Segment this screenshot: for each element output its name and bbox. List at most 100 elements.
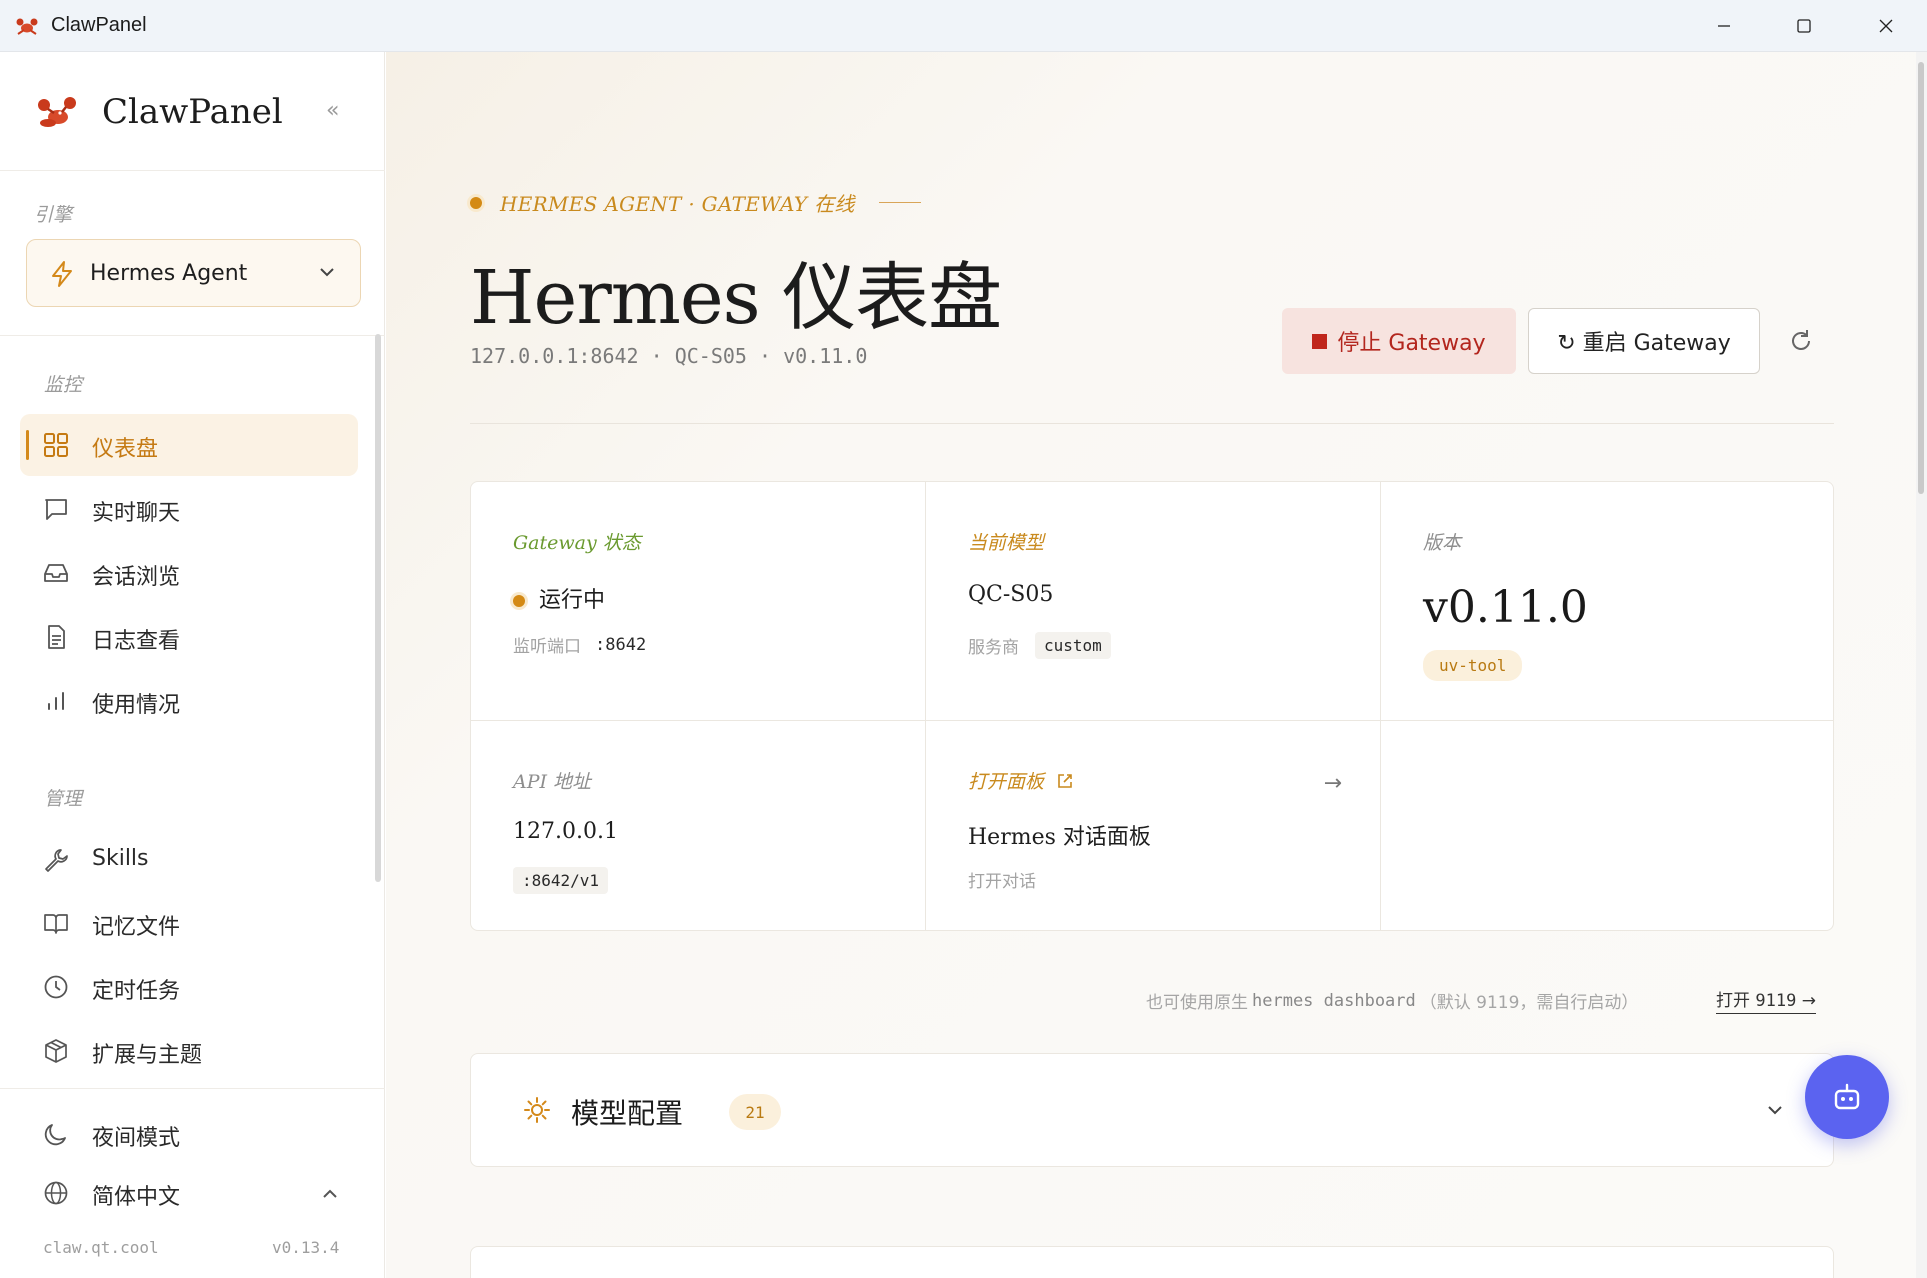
link-port: 9119 xyxy=(1755,991,1797,1011)
close-icon xyxy=(1879,19,1893,33)
hint-prefix: 也可使用原生 xyxy=(1146,993,1248,1013)
monitor-section-label: 监控 xyxy=(44,374,83,396)
current-model-label: 当前模型 xyxy=(968,532,1045,554)
sidebar-divider xyxy=(0,335,385,336)
current-model-value: QC-S05 xyxy=(968,582,1054,607)
sidebar-item-scheduled[interactable]: 定时任务 xyxy=(20,956,358,1018)
sidebar-scrollbar[interactable] xyxy=(375,334,381,882)
stop-icon xyxy=(1312,333,1328,349)
engine-section-label: 引擎 xyxy=(34,204,73,226)
next-section-card xyxy=(470,1246,1834,1278)
lobster-icon xyxy=(16,18,38,35)
moon-icon xyxy=(44,1124,66,1146)
link-arrow-icon: → xyxy=(1801,991,1817,1011)
engine-select[interactable]: Hermes Agent xyxy=(26,239,361,307)
stop-gateway-button[interactable]: 停止 Gateway xyxy=(1282,308,1516,374)
sidebar-item-skills[interactable]: Skills xyxy=(20,829,358,891)
globe-icon xyxy=(44,1181,68,1205)
open-native-dashboard-link[interactable]: 打开 9119 → xyxy=(1716,986,1817,1014)
chat-icon xyxy=(45,499,67,520)
window-title: ClawPanel xyxy=(51,14,147,36)
sidebar-item-label: 记忆文件 xyxy=(92,915,181,940)
status-dot xyxy=(470,196,482,209)
assistant-fab-button[interactable] xyxy=(1805,1055,1889,1139)
main-scroll-thumb[interactable] xyxy=(1918,62,1924,494)
sun-icon xyxy=(524,1097,550,1123)
model-config-title: 模型配置 xyxy=(571,1097,684,1130)
sidebar-item-logs[interactable]: 日志查看 xyxy=(20,606,358,668)
restart-gateway-button[interactable]: ↻ 重启 Gateway xyxy=(1528,308,1760,374)
engine-select-value: Hermes Agent xyxy=(90,261,248,286)
main-scrollbar[interactable] xyxy=(1916,52,1927,1278)
chevron-up-icon xyxy=(323,1189,337,1198)
dashboard-hint: 也可使用原生 hermes dashboard （默认 9119，需自行启动） xyxy=(1146,988,1639,1014)
running-text: 运行中 xyxy=(539,588,606,613)
app-version: v0.13.4 xyxy=(272,1238,340,1257)
night-mode-label: 夜间模式 xyxy=(92,1126,181,1151)
api-address-label: API 地址 xyxy=(513,771,592,793)
sidebar-item-label: Skills xyxy=(92,846,149,871)
language-label: 简体中文 xyxy=(92,1185,181,1210)
listen-port-label: 监听端口 xyxy=(513,637,581,657)
api-path-chip: :8642/v1 xyxy=(513,867,609,894)
sidebar-item-label: 扩展与主题 xyxy=(92,1043,203,1068)
model-count-badge: 21 xyxy=(729,1094,781,1130)
clock-icon xyxy=(44,975,68,999)
close-button[interactable] xyxy=(1846,0,1926,52)
listen-port-value: :8642 xyxy=(595,634,647,655)
sidebar-item-memory[interactable]: 记忆文件 xyxy=(20,892,358,954)
sidebar-item-label: 实时聊天 xyxy=(92,501,181,526)
restart-gateway-label: ↻ 重启 Gateway xyxy=(1557,331,1731,356)
open-panel-label: 打开面板 xyxy=(968,767,1074,794)
provider: 服务商 custom xyxy=(968,632,1111,659)
sidebar-item-extensions[interactable]: 扩展与主题 xyxy=(20,1020,358,1082)
api-address-cell: API 地址 127.0.0.1 :8642/v1 xyxy=(471,721,926,930)
language-select[interactable]: 简体中文 xyxy=(20,1162,358,1224)
open-panel-value: Hermes 对话面板 xyxy=(968,825,1151,850)
window-titlebar: ClawPanel xyxy=(0,0,1927,52)
sidebar-item-label: 仪表盘 xyxy=(92,437,159,462)
maximize-icon xyxy=(1797,19,1811,33)
refresh-icon[interactable] xyxy=(1786,326,1816,356)
site-link[interactable]: claw.qt.cool xyxy=(43,1238,159,1257)
collapse-sidebar-button[interactable]: « xyxy=(326,98,339,123)
sidebar-item-sessions[interactable]: 会话浏览 xyxy=(20,542,358,604)
page-subtitle: 127.0.0.1:8642 · QC-S05 · v0.11.0 xyxy=(470,344,868,368)
chevron-down-icon xyxy=(1768,1106,1782,1115)
package-icon xyxy=(45,1039,67,1063)
current-model-cell: 当前模型 QC-S05 服务商 custom xyxy=(926,482,1381,721)
hint-suffix: （默认 9119，需自行启动） xyxy=(1419,993,1639,1013)
status-grid: Gateway 状态 运行中 监听端口 :8642 当前模型 QC-S05 服务… xyxy=(470,481,1834,931)
provider-label: 服务商 xyxy=(968,638,1019,658)
version-cell: 版本 v0.11.0 uv-tool xyxy=(1381,482,1833,721)
brand-name: ClawPanel xyxy=(102,92,283,132)
model-config-section[interactable]: 模型配置 21 xyxy=(470,1053,1834,1167)
sidebar-item-label: 会话浏览 xyxy=(92,565,181,590)
open-panel-cell[interactable]: 打开面板 → Hermes 对话面板 打开对话 xyxy=(926,721,1381,930)
active-indicator xyxy=(26,430,29,460)
arrow-right-icon: → xyxy=(1323,771,1342,796)
status-text: HERMES AGENT · GATEWAY 在线 xyxy=(500,192,855,216)
inbox-icon xyxy=(44,564,68,582)
install-method-badge: uv-tool xyxy=(1423,650,1523,681)
listen-port: 监听端口 :8642 xyxy=(513,632,647,658)
status-rule xyxy=(878,202,921,203)
version-label: 版本 xyxy=(1423,532,1462,554)
grid-icon xyxy=(44,433,68,457)
minimize-button[interactable] xyxy=(1684,0,1764,52)
sidebar-item-dashboard[interactable]: 仪表盘 xyxy=(20,414,358,476)
sidebar-item-usage[interactable]: 使用情况 xyxy=(20,670,358,732)
sidebar-item-live-chat[interactable]: 实时聊天 xyxy=(20,478,358,540)
chevron-down-icon xyxy=(320,268,334,277)
bolt-icon xyxy=(52,261,72,287)
sidebar-item-label: 日志查看 xyxy=(92,629,181,654)
page-title: Hermes 仪表盘 xyxy=(470,255,1002,341)
gateway-status-cell: Gateway 状态 运行中 监听端口 :8642 xyxy=(471,482,926,721)
gateway-status-label: Gateway 状态 xyxy=(513,532,641,554)
header-divider xyxy=(470,423,1834,424)
external-link-icon xyxy=(1058,774,1072,788)
robot-icon xyxy=(1834,1083,1860,1110)
night-mode-toggle[interactable]: 夜间模式 xyxy=(20,1103,358,1165)
running-dot xyxy=(513,595,525,607)
maximize-button[interactable] xyxy=(1764,0,1844,52)
